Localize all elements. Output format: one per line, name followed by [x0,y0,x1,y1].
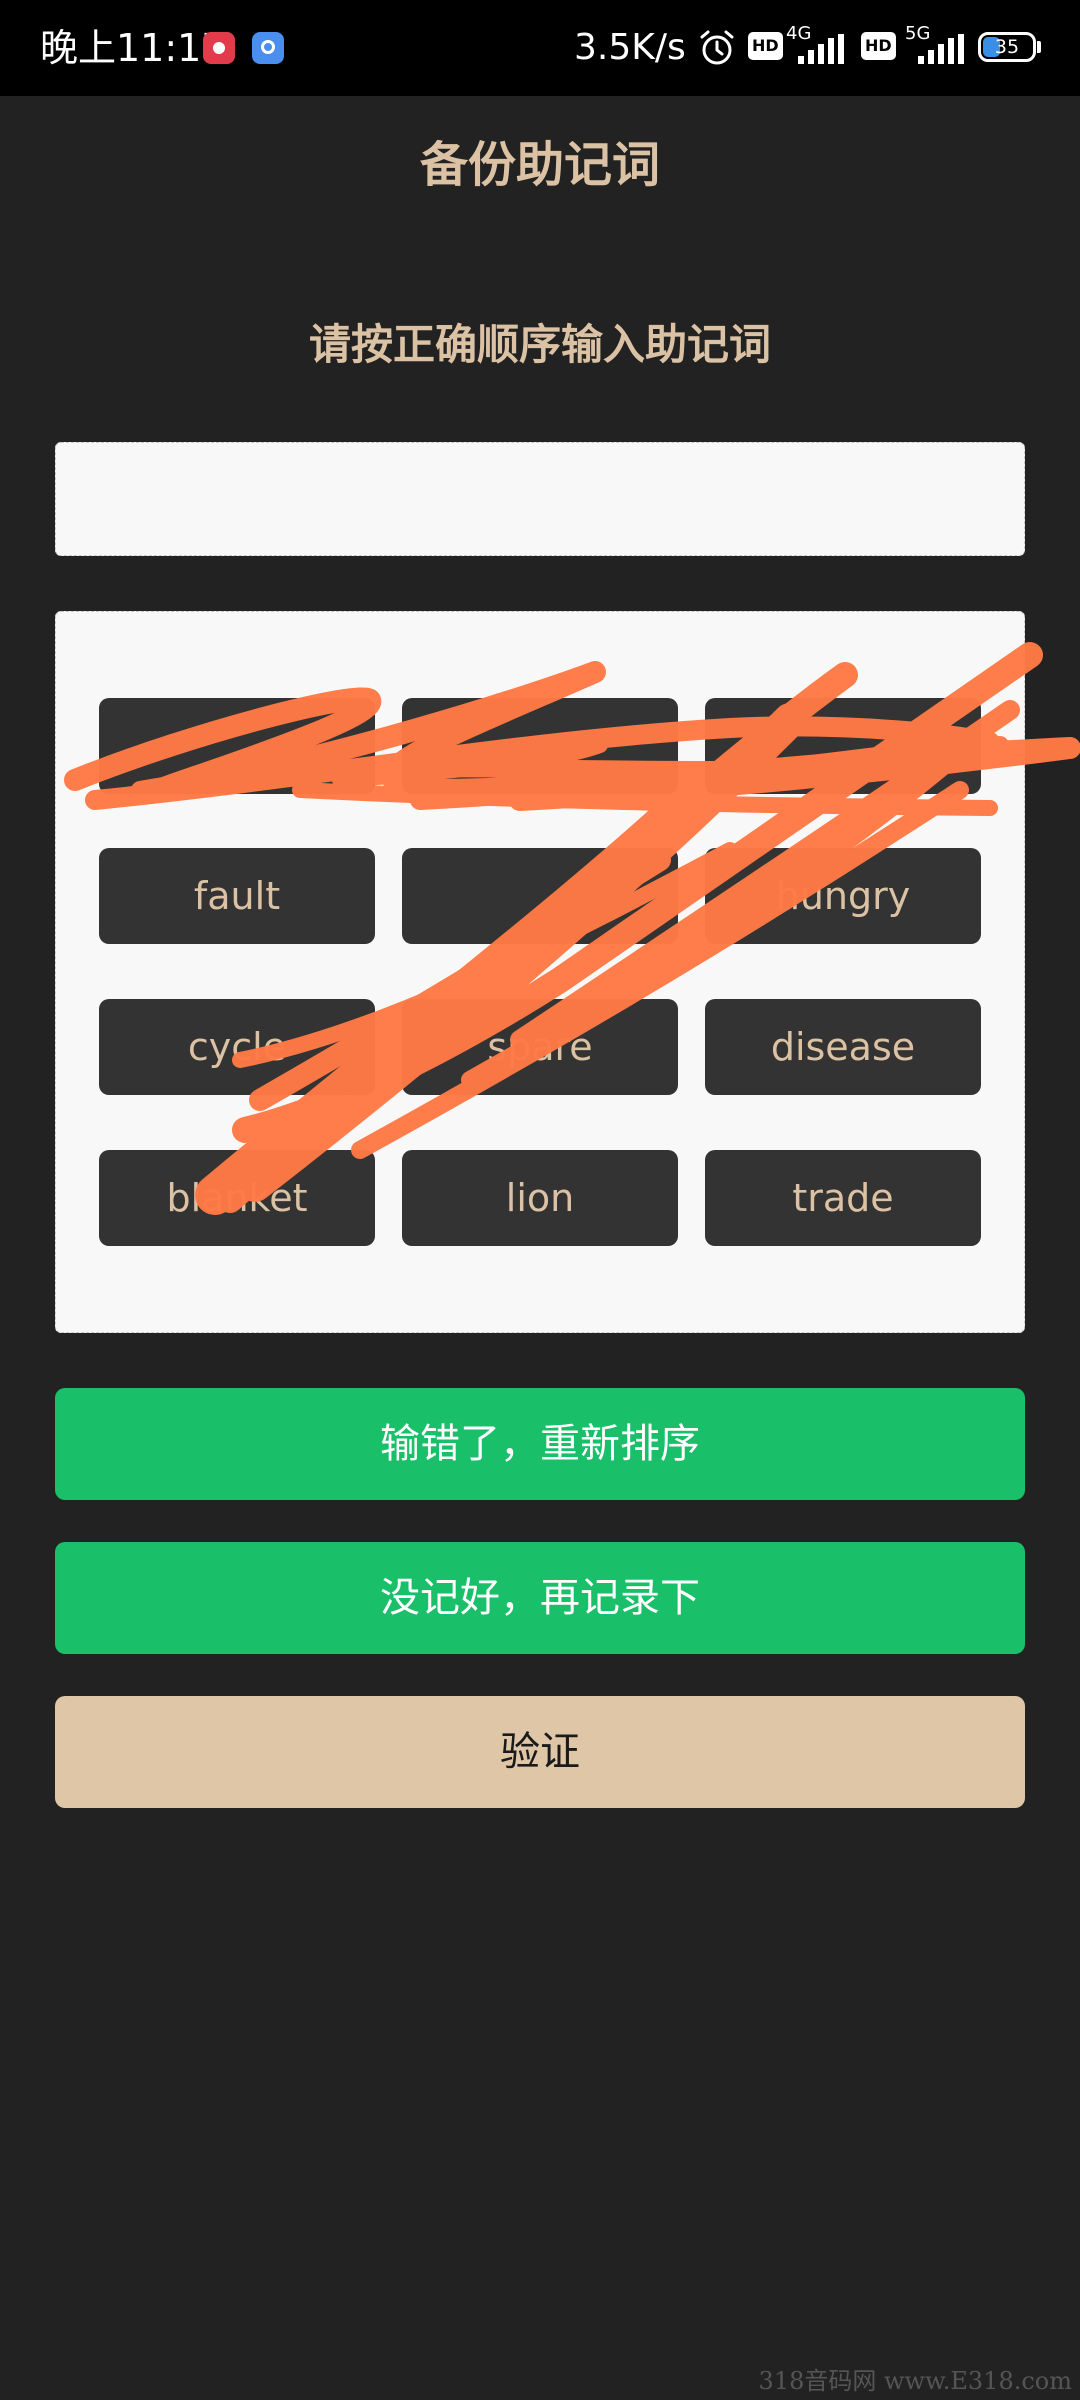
mnemonic-answer-area[interactable] [55,442,1025,556]
hd-badge: HD [861,32,896,60]
word-chip[interactable]: fault [99,848,375,944]
hd-badge: HD [748,32,783,60]
rerecord-button[interactable]: 没记好，再记录下 [55,1542,1025,1654]
signal-4g-icon [798,34,844,64]
word-chip[interactable]: blanket [99,1150,375,1246]
navigation-app-icon [252,32,284,64]
word-chip[interactable]: hungry [705,848,981,944]
record-app-icon [203,32,235,64]
signal-5g-icon [918,34,964,64]
word-chip[interactable]: cycle [99,999,375,1095]
word-chip[interactable] [99,698,375,794]
reorder-button[interactable]: 输错了，重新排序 [55,1388,1025,1500]
mnemonic-word-pool: fault hungry cycle spare disease blanket… [55,611,1025,1333]
word-chip[interactable] [705,698,981,794]
word-chip[interactable]: trade [705,1150,981,1246]
status-bar: 晚上11:17 3.5K/s HD 4G HD 5G 35 [0,0,1080,96]
network-speed: 3.5K/s [574,27,686,68]
word-chip[interactable]: lion [402,1150,678,1246]
battery-cap [1037,41,1041,53]
word-chip[interactable]: spare [402,999,678,1095]
word-chip[interactable] [402,698,678,794]
word-chip[interactable] [402,848,678,944]
word-chip[interactable]: disease [705,999,981,1095]
battery-icon: 35 [978,32,1036,62]
alarm-icon [700,30,734,65]
verify-button[interactable]: 验证 [55,1696,1025,1808]
page-title: 备份助记词 [419,137,660,193]
watermark: 318音码网 www.E318.com [758,2367,1072,2395]
instruction-text: 请按正确顺序输入助记词 [308,320,771,369]
battery-level: 35 [994,36,1020,58]
status-time: 晚上11:17 [40,26,226,70]
